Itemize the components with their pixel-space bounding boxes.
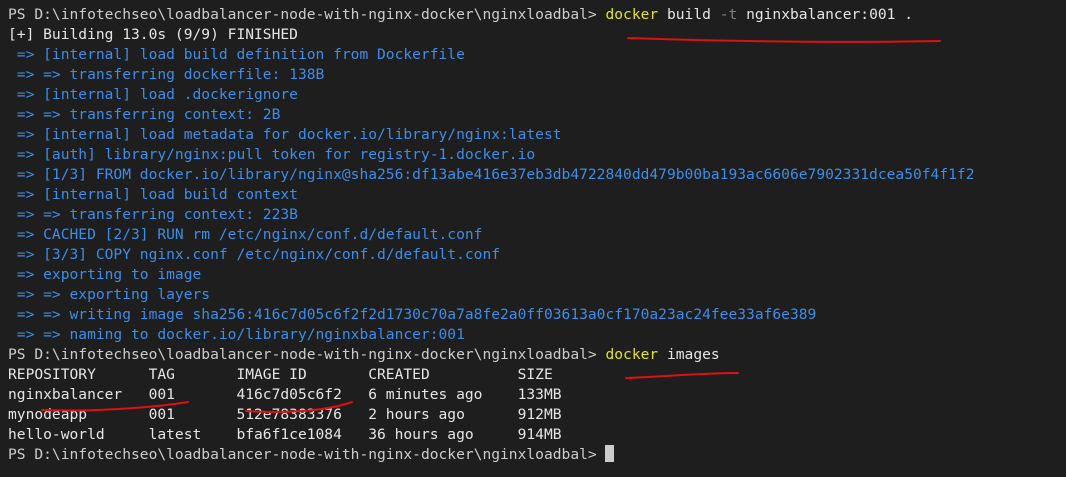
build-step: => [3/3] COPY nginx.conf /etc/nginx/conf… (8, 246, 501, 263)
images-command-line: PS D:\infotechseo\loadbalancer-node-with… (8, 345, 1066, 365)
build-step: => => exporting layers (8, 286, 211, 303)
build-command-line: PS D:\infotechseo\loadbalancer-node-with… (8, 5, 1066, 25)
build-step: => => naming to docker.io/library/nginxb… (8, 326, 465, 343)
build-step: => => transferring dockerfile: 138B (8, 66, 325, 83)
prompt: PS D:\infotechseo\loadbalancer-node-with… (8, 6, 606, 23)
prompt: PS D:\infotechseo\loadbalancer-node-with… (8, 346, 606, 363)
images-args: images (658, 346, 720, 363)
build-args: build (658, 6, 720, 23)
block-cursor-icon (605, 445, 615, 462)
build-target: nginxbalancer:001 . (737, 6, 914, 23)
build-status: [+] Building 13.0s (9/9) FINISHED (8, 26, 298, 43)
table-row: hello-world latest bfa6f1ce1084 36 hours… (8, 426, 562, 443)
build-step: => [internal] load metadata for docker.i… (8, 126, 562, 143)
build-step: => [1/3] FROM docker.io/library/nginx@sh… (8, 166, 975, 183)
build-step: => => transferring context: 2B (8, 106, 281, 123)
build-step: => => writing image sha256:416c7d05c6f2f… (8, 306, 817, 323)
build-step: => [internal] load .dockerignore (8, 86, 298, 103)
current-prompt-line[interactable]: PS D:\infotechseo\loadbalancer-node-with… (8, 445, 1066, 465)
build-step: => CACHED [2/3] RUN rm /etc/nginx/conf.d… (8, 226, 483, 243)
build-step: => exporting to image (8, 266, 202, 283)
docker-keyword: docker (605, 6, 659, 23)
terminal[interactable]: PS D:\infotechseo\loadbalancer-node-with… (8, 5, 1066, 465)
build-step: => [internal] load build definition from… (8, 46, 465, 63)
images-table-header: REPOSITORY TAG IMAGE ID CREATED SIZE (8, 366, 553, 383)
prompt: PS D:\infotechseo\loadbalancer-node-with… (8, 446, 606, 463)
build-step: => [auth] library/nginx:pull token for r… (8, 146, 536, 163)
table-row: mynodeapp 001 512e78383376 2 hours ago 9… (8, 406, 562, 423)
docker-keyword: docker (605, 346, 659, 363)
build-step: => [internal] load build context (8, 186, 298, 203)
table-row: nginxbalancer 001 416c7d05c6f2 6 minutes… (8, 386, 562, 403)
build-step: => => transferring context: 223B (8, 206, 298, 223)
tag-flag: -t (719, 6, 738, 23)
